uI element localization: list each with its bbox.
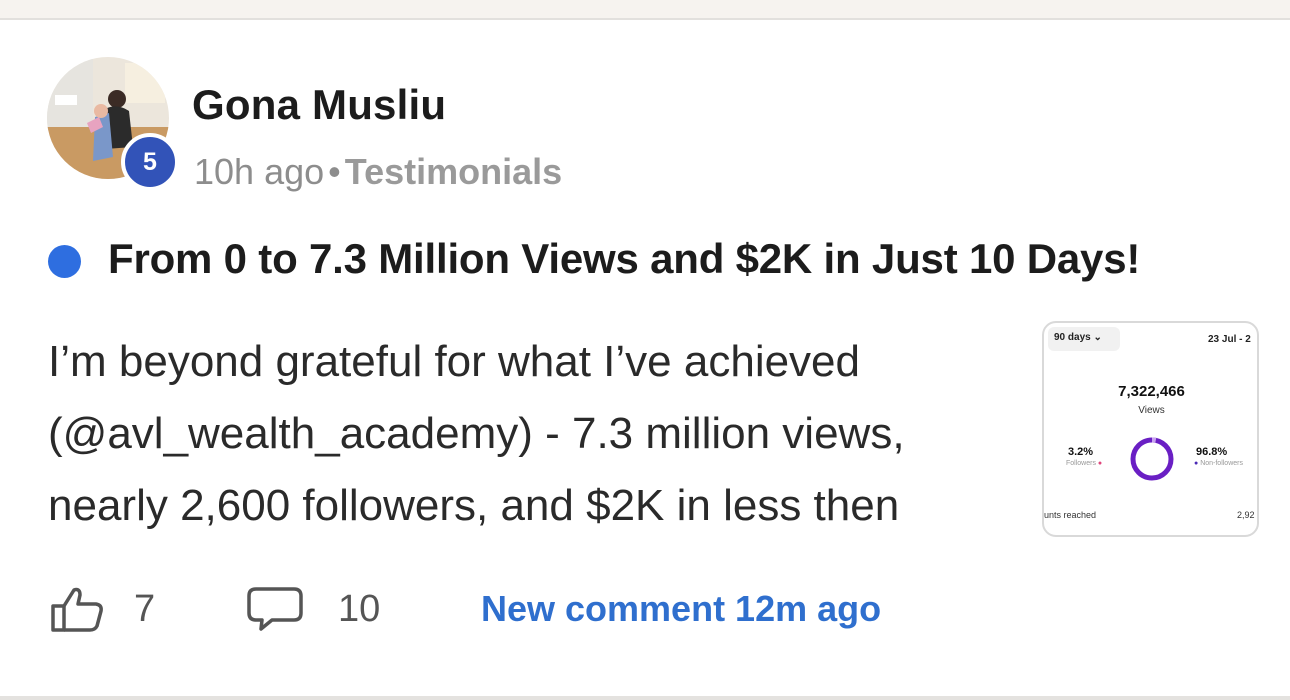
range-text: 90 days (1054, 332, 1091, 343)
post-meta: 10h ago • Testimonials (194, 151, 562, 193)
post-title[interactable]: From 0 to 7.3 Million Views and $2K in J… (108, 235, 1140, 283)
author-avatar-wrap[interactable]: 5 (47, 57, 179, 191)
comment-icon (247, 587, 303, 631)
accounts-reached-label: unts reached (1044, 510, 1097, 520)
followers-percent: 3.2% (1068, 446, 1094, 458)
range-label: 90 days ⌄ (1054, 332, 1102, 343)
total-views-label: Views (1138, 405, 1165, 416)
accounts-reached-value: 2,92 (1237, 510, 1255, 520)
non-followers-percent: 96.8% (1196, 446, 1228, 458)
post-body-line: nearly 2,600 followers, and $2K in less … (48, 481, 900, 530)
new-comment-link[interactable]: New comment 12m ago (481, 588, 881, 630)
comment-count: 10 (338, 587, 381, 630)
post-body-line: I’m beyond grateful for what I’ve achiev… (48, 337, 861, 386)
meta-separator: • (328, 151, 341, 192)
donut-chart (1130, 437, 1174, 481)
post-card[interactable]: 5 Gona Musliu 10h ago • Testimonials From … (0, 20, 1290, 696)
non-followers-label: ● Non-followers (1194, 460, 1243, 467)
unread-dot (48, 245, 81, 278)
chevron-down-icon: ⌄ (1093, 332, 1102, 343)
post-category[interactable]: Testimonials (345, 151, 562, 192)
like-count: 7 (134, 587, 156, 630)
date-range: 23 Jul - 2 (1208, 334, 1251, 345)
post-time: 10h ago (194, 151, 325, 192)
top-strip (0, 0, 1290, 20)
comment-button[interactable]: 10 (246, 586, 380, 632)
post-body-line: (@avl_wealth_academy) - 7.3 million view… (48, 409, 905, 458)
post-body[interactable]: I’m beyond grateful for what I’ve achiev… (48, 326, 1008, 542)
thumbs-up-icon (51, 587, 103, 632)
like-button[interactable]: 7 (50, 586, 155, 632)
post-image-thumbnail[interactable]: 90 days ⌄ 23 Jul - 2 7,322,466 Views 3.2… (1042, 321, 1259, 537)
author-name[interactable]: Gona Musliu (192, 81, 446, 129)
level-badge: 5 (121, 133, 179, 191)
bottom-divider (0, 696, 1290, 700)
total-views: 7,322,466 (1118, 383, 1185, 400)
followers-label: Followers ● (1066, 460, 1103, 467)
